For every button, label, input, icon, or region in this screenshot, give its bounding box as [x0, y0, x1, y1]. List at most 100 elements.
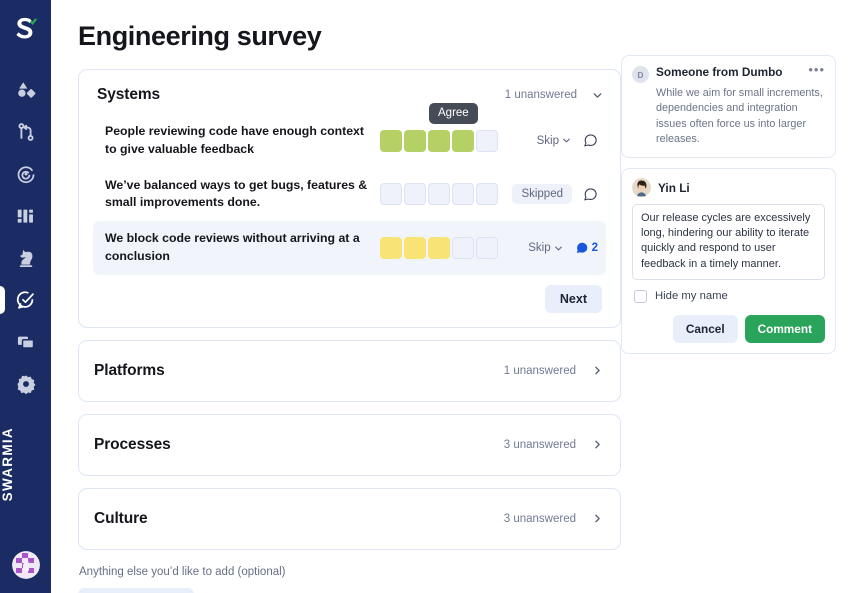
systems-title: Systems: [97, 86, 161, 103]
more-options-icon[interactable]: •••: [808, 63, 825, 76]
sidebar-item-surveys[interactable]: [0, 279, 51, 321]
cancel-button[interactable]: Cancel: [672, 314, 738, 343]
comment-editor-author: Yin Li: [658, 180, 690, 195]
sidebar-item-work-log[interactable]: [0, 111, 51, 153]
processes-header-right: 3 unanswered: [504, 438, 604, 451]
rating-square-4[interactable]: [452, 129, 474, 152]
app-root: SWARMIA Engineering survey Systems 1 una…: [0, 0, 868, 593]
next-button[interactable]: Next: [544, 284, 602, 313]
chevron-right-icon[interactable]: [591, 512, 604, 525]
comment-header: D Someone from Dumbo •••: [632, 63, 825, 83]
question-actions: Skipped: [512, 184, 598, 205]
sidebar-item-library[interactable]: [0, 321, 51, 363]
hide-name-label: Hide my name: [655, 290, 728, 303]
processes-header[interactable]: Processes 3 unanswered: [79, 415, 620, 475]
comments-pill-button[interactable]: 2 comments: [78, 587, 194, 593]
section-card-culture[interactable]: Culture 3 unanswered: [78, 487, 621, 550]
rating-square-2[interactable]: [404, 129, 426, 152]
rating-scale: [380, 183, 498, 206]
rating-square-4[interactable]: [452, 237, 474, 260]
sidebar-item-reports[interactable]: [0, 195, 51, 237]
rating-square-3[interactable]: [428, 129, 450, 152]
rating-square-5[interactable]: [476, 129, 498, 152]
sidebar-item-insights[interactable]: [0, 69, 51, 111]
comment-editor-actions: Cancel Comment: [632, 314, 825, 343]
question-actions: Skip 2: [512, 241, 598, 255]
question-text: People reviewing code have enough contex…: [105, 124, 364, 156]
culture-header-right: 3 unanswered: [504, 512, 604, 525]
section-card-systems: Systems 1 unanswered People reviewing co…: [78, 69, 621, 328]
systems-footer: Next: [93, 275, 606, 315]
processes-unanswered-count: 3 unanswered: [503, 438, 576, 451]
sidebar-item-goals[interactable]: [0, 153, 51, 195]
skip-label: Skip: [536, 134, 559, 147]
comment-card: D Someone from Dumbo ••• While we aim fo…: [621, 55, 836, 159]
rating-square-1[interactable]: [380, 237, 402, 260]
section-card-platforms[interactable]: Platforms 1 unanswered: [78, 339, 621, 402]
skip-button[interactable]: Skip: [528, 242, 563, 254]
optional-comment-label: Anything else you’d like to add (optiona…: [79, 565, 286, 578]
question-actions: Skip: [512, 133, 598, 148]
user-avatar[interactable]: [12, 551, 40, 579]
comments-panel: D Someone from Dumbo ••• While we aim fo…: [621, 0, 836, 593]
comment-count-button[interactable]: 2: [575, 241, 598, 255]
rating-square-2[interactable]: [404, 237, 426, 260]
sidebar: SWARMIA: [0, 0, 51, 593]
platforms-header[interactable]: Platforms 1 unanswered: [79, 341, 620, 401]
comment-submit-button[interactable]: Comment: [744, 314, 825, 343]
avatar: [632, 178, 651, 198]
page-title: Engineering survey: [78, 21, 322, 51]
rating-square-2[interactable]: [404, 183, 426, 206]
rating-square-1[interactable]: [380, 183, 402, 206]
rating-square-5[interactable]: [476, 183, 498, 206]
rating-square-1[interactable]: [380, 129, 402, 152]
comment-editor-header: Yin Li: [632, 178, 825, 198]
comment-author: Someone from Dumbo: [656, 65, 783, 79]
question-row: We block code reviews without arriving a…: [93, 221, 606, 275]
sidebar-item-settings[interactable]: [0, 363, 51, 405]
sidebar-nav: [0, 69, 51, 405]
rating-square-5[interactable]: [476, 237, 498, 260]
skipped-badge[interactable]: Skipped: [512, 184, 572, 205]
hide-name-row[interactable]: Hide my name: [634, 289, 825, 303]
systems-header-right: 1 unanswered: [505, 89, 604, 102]
skip-label: Skip: [528, 242, 551, 255]
rating-square-3[interactable]: [428, 237, 450, 260]
chevron-down-icon[interactable]: [591, 89, 604, 102]
culture-header[interactable]: Culture 3 unanswered: [79, 489, 620, 549]
brand-text: SWARMIA: [0, 426, 15, 501]
brand-wordmark: SWARMIA: [0, 427, 51, 501]
comment-icon[interactable]: [583, 133, 598, 148]
rating-scale: Agree: [380, 102, 498, 152]
platforms-title: Platforms: [94, 361, 165, 379]
systems-unanswered-count: 1 unanswered: [504, 89, 577, 101]
systems-header[interactable]: Systems 1 unanswered: [93, 84, 606, 104]
comment-editor-card: Yin Li Our release cycles are excessivel…: [621, 168, 836, 354]
processes-title: Processes: [94, 435, 171, 453]
culture-title: Culture: [94, 509, 148, 527]
question-row: People reviewing code have enough contex…: [93, 102, 606, 168]
culture-unanswered-count: 3 unanswered: [503, 512, 576, 525]
rating-square-4[interactable]: [452, 183, 474, 206]
chevron-right-icon[interactable]: [591, 438, 604, 451]
rating-square-3[interactable]: [428, 183, 450, 206]
survey-column: Engineering survey Systems 1 unanswered: [51, 0, 621, 593]
chevron-right-icon[interactable]: [591, 364, 604, 377]
question-row: We’ve balanced ways to get bugs, feature…: [93, 168, 606, 222]
sidebar-item-strategy[interactable]: [0, 237, 51, 279]
comment-count-label: 2: [591, 242, 598, 255]
hide-name-checkbox[interactable]: [634, 289, 647, 303]
comment-body: While we aim for small increments, depen…: [656, 87, 823, 145]
rating-tooltip: Agree: [429, 102, 478, 124]
platforms-header-right: 1 unanswered: [504, 364, 604, 377]
comment-filled-icon: [576, 242, 587, 254]
comment-icon[interactable]: [583, 187, 598, 202]
skip-button[interactable]: Skip: [537, 135, 572, 147]
comment-textarea[interactable]: Our release cycles are excessively long,…: [632, 204, 825, 280]
swarmia-logo[interactable]: [9, 12, 43, 51]
section-card-processes[interactable]: Processes 3 unanswered: [78, 413, 621, 476]
question-text: We’ve balanced ways to get bugs, feature…: [105, 177, 368, 210]
chevron-down-icon: [554, 246, 562, 251]
avatar: D: [632, 66, 649, 83]
question-text: We block code reviews without arriving a…: [105, 231, 360, 264]
